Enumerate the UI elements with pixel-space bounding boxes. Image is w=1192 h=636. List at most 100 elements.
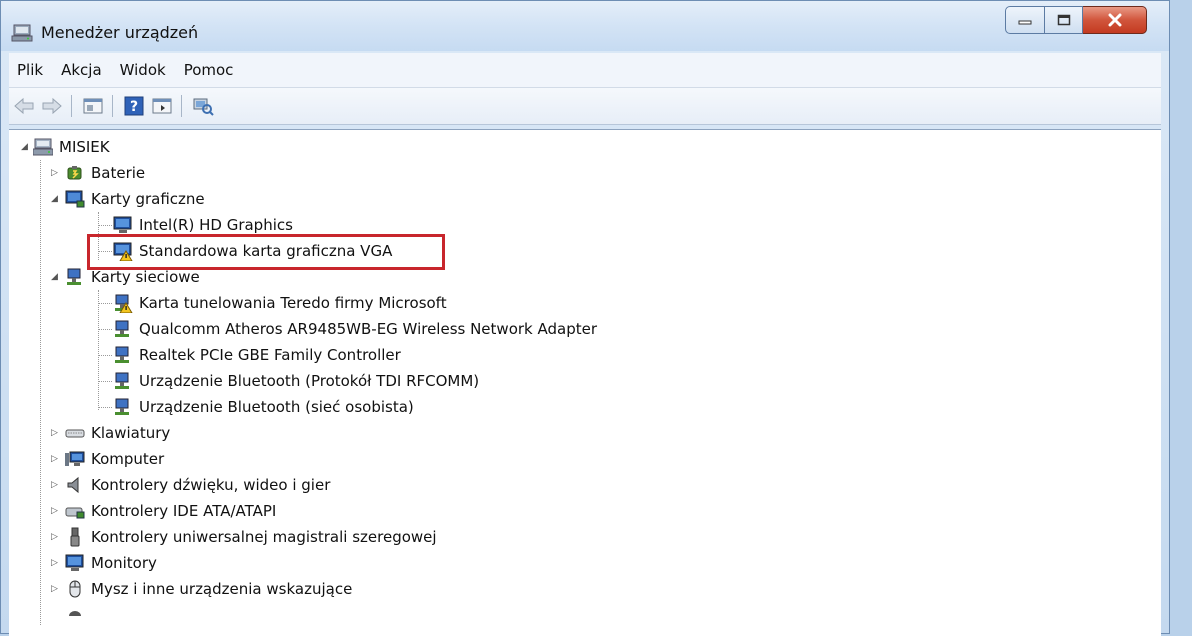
keyboard-icon [65,429,85,438]
scan-hardware-button[interactable] [190,93,216,119]
collapse-toggle[interactable]: ◢ [21,142,31,152]
expand-toggle[interactable]: ▷ [51,558,61,568]
close-button[interactable] [1083,6,1147,34]
device-label: Intel(R) HD Graphics [139,216,293,234]
category-label: Karty graficzne [91,190,205,208]
tree-line [98,355,112,356]
category-label: Baterie [91,164,146,182]
window-controls [1005,6,1147,34]
category-label: Kontrolery uniwersalnej magistrali szere… [91,528,437,546]
expand-toggle[interactable]: ▷ [51,480,61,490]
category-label: Monitory [91,554,157,572]
device-teredo[interactable]: Karta tunelowania Teredo firmy Microsoft [113,290,447,316]
toolbar: ? [9,88,1161,125]
category-label: Klawiatury [91,424,171,442]
usb-icon [70,527,80,547]
monitor-icon [65,554,84,571]
expand-toggle[interactable]: ▷ [51,168,61,178]
help-button[interactable]: ? [121,93,147,119]
tree-line [98,303,112,304]
scan-hardware-icon [193,98,214,116]
device-bluetooth-rfcomm[interactable]: Urządzenie Bluetooth (Protokół TDI RFCOM… [113,368,479,394]
collapse-toggle[interactable]: ◢ [51,194,61,204]
menu-pomoc[interactable]: Pomoc [176,61,242,79]
device-label: Urządzenie Bluetooth (sieć osobista) [139,398,414,416]
back-button[interactable] [11,93,37,119]
toolbar-separator [181,95,182,117]
expand-toggle[interactable]: ▷ [51,454,61,464]
category-monitory[interactable]: Monitory [65,550,157,576]
tree-line [98,329,112,330]
network-icon [115,346,129,363]
display-adapter-icon [65,190,85,208]
close-icon [1108,13,1121,27]
category-baterie[interactable]: Baterie [65,160,145,186]
monitor-icon [113,216,132,233]
device-realtek[interactable]: Realtek PCIe GBE Family Controller [113,342,401,368]
category-kontrolery-usb[interactable]: Kontrolery uniwersalnej magistrali szere… [65,524,437,550]
computer-icon [65,451,85,466]
expand-toggle[interactable]: ▷ [51,584,61,594]
tree-line [98,407,112,408]
device-tree[interactable]: ◢ MISIEK ▷ Baterie ◢ Karty graficzne Int… [9,129,1161,636]
window-title: Menedżer urządzeń [41,23,199,42]
category-kontrolery-dzwieku[interactable]: Kontrolery dźwięku, wideo i gier [65,472,330,498]
speaker-icon [67,476,79,494]
collapse-toggle[interactable]: ◢ [51,272,61,282]
properties-icon [83,98,103,114]
tree-line [98,290,99,410]
properties-button[interactable] [80,93,106,119]
minimize-button[interactable] [1005,6,1045,34]
highlight-box [87,234,445,270]
tree-line [40,160,41,625]
title-bar[interactable]: Menedżer urządzeń [1,1,1169,51]
device-label: Karta tunelowania Teredo firmy Microsoft [139,294,447,312]
toolbar-separator [71,95,72,117]
device-manager-window: Menedżer urządzeń Plik Akcja Widok Pomoc [0,0,1170,636]
maximize-button[interactable] [1045,6,1083,34]
minimize-icon [1018,20,1032,25]
ide-controller-icon [65,507,85,519]
category-mysz[interactable]: Mysz i inne urządzenia wskazujące [65,576,352,602]
category-karty-graficzne[interactable]: Karty graficzne [65,186,205,212]
device-label: Qualcomm Atheros AR9485WB-EG Wireless Ne… [139,320,597,338]
show-hide-icon [152,98,172,114]
tree-line [98,225,112,226]
menu-plik[interactable]: Plik [9,61,51,79]
svg-text:?: ? [130,99,138,115]
network-icon [115,398,129,415]
tree-line [98,381,112,382]
show-hide-button[interactable] [149,93,175,119]
maximize-icon [1057,14,1070,26]
network-icon [115,372,129,389]
network-icon [115,320,129,337]
battery-icon [67,166,82,180]
expand-toggle[interactable]: ▷ [51,506,61,516]
toolbar-separator [112,95,113,117]
device-manager-icon [11,24,33,42]
category-label: Kontrolery IDE ATA/ATAPI [91,502,277,520]
menu-bar: Plik Akcja Widok Pomoc [9,53,1161,88]
menu-widok[interactable]: Widok [112,61,174,79]
device-bluetooth-pan[interactable]: Urządzenie Bluetooth (sieć osobista) [113,394,414,420]
expand-toggle[interactable]: ▷ [51,428,61,438]
network-warning-icon [115,294,133,313]
forward-button[interactable] [39,93,65,119]
menu-akcja[interactable]: Akcja [53,61,110,79]
help-icon: ? [124,96,144,116]
tree-root[interactable]: MISIEK [33,134,110,160]
category-klawiatury[interactable]: Klawiatury [65,420,170,446]
category-kontrolery-ide[interactable]: Kontrolery IDE ATA/ATAPI [65,498,276,524]
category-label: Komputer [91,450,165,468]
forward-icon [42,97,62,115]
expand-toggle[interactable]: ▷ [51,532,61,542]
back-icon [14,97,34,115]
network-adapter-icon [67,268,81,285]
category-label: Kontrolery dźwięku, wideo i gier [91,476,331,494]
category-label: Karty sieciowe [91,268,200,286]
device-label: Realtek PCIe GBE Family Controller [139,346,401,364]
category-label: Mysz i inne urządzenia wskazujące [91,580,353,598]
category-komputer[interactable]: Komputer [65,446,164,472]
device-qualcomm[interactable]: Qualcomm Atheros AR9485WB-EG Wireless Ne… [113,316,597,342]
tree-edge [1149,130,1161,636]
